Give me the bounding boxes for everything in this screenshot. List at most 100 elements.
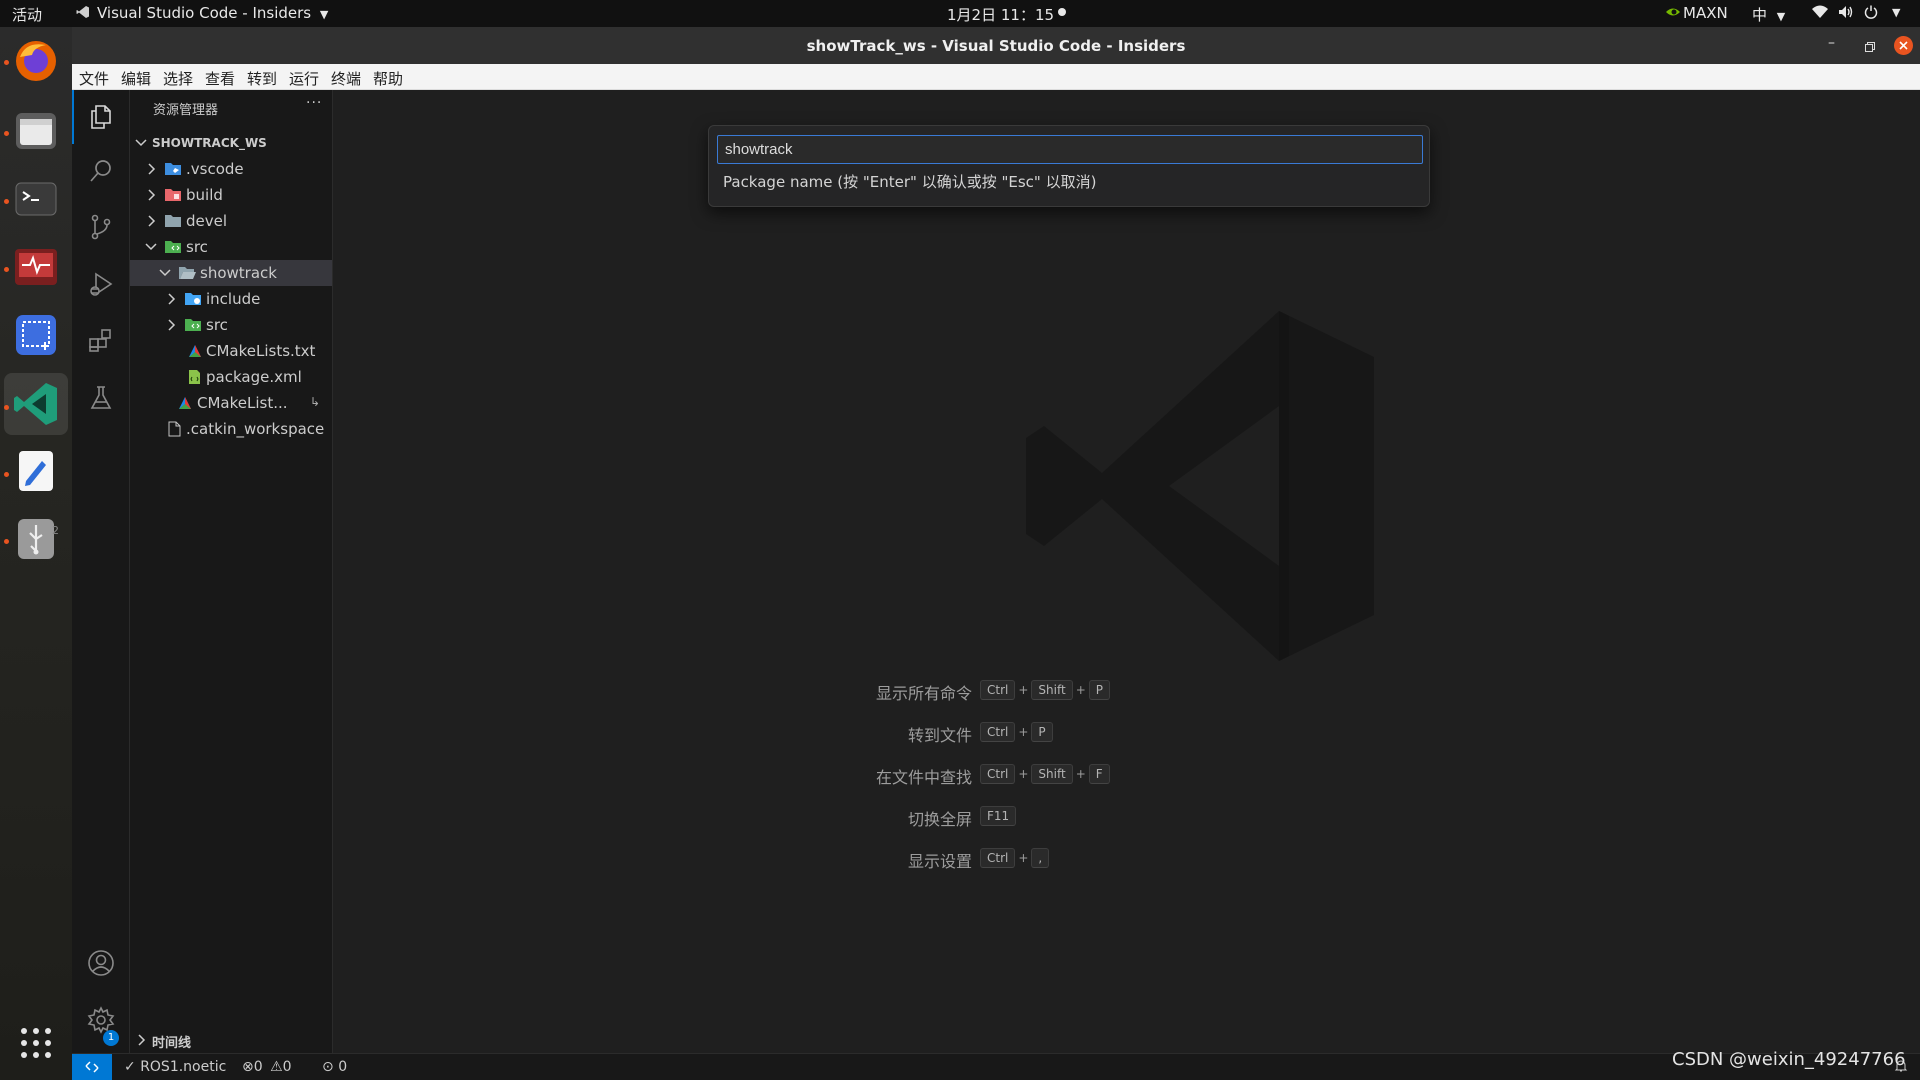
running-indicator [4,539,9,544]
key: F [1088,764,1110,784]
system-menu-chevron-icon[interactable]: ▼ [1892,6,1900,19]
ports-status[interactable]: ⊙ 0 [322,1059,347,1075]
restore-button[interactable] [1865,37,1875,56]
system-top-bar: 活动 Visual Studio Code - Insiders ▼ 1月2日 … [0,0,1920,27]
shortcut-keys: Ctrl + P [980,721,1055,742]
menu-view[interactable]: 查看 [205,68,235,89]
tree-item-label: package.xml [206,368,302,386]
notification-dot [1058,8,1066,16]
tree-item-build[interactable]: build [130,182,332,208]
cmake-file-icon [179,397,191,409]
input-method[interactable]: 中 ▼ [1752,4,1785,25]
shortcut-toggle-fullscreen: 切换全屏 F11 [834,804,1154,829]
shortcut-keys: Ctrl + Shift + F [980,763,1112,784]
app-menu[interactable]: Visual Studio Code - Insiders ▼ [97,4,328,22]
plus-sign: + [1075,767,1086,781]
build-folder-icon [165,189,181,201]
firefox-icon[interactable] [12,37,60,85]
key: F11 [980,806,1017,826]
title-bar[interactable]: showTrack_ws - Visual Studio Code - Insi… [72,27,1920,64]
vscode-insiders-icon[interactable] [12,380,60,428]
minimize-button[interactable]: – [1828,35,1835,51]
tree-item-catkin-workspace[interactable]: .catkin_workspace [130,416,332,442]
testing-icon[interactable] [81,378,121,418]
source-control-icon[interactable] [81,207,121,247]
explorer-icon[interactable] [81,97,121,137]
workspace-header[interactable]: SHOWTRACK_WS [130,130,332,156]
close-button[interactable] [1894,36,1913,55]
power-icon[interactable] [1864,5,1878,23]
settings-update-badge: 1 [103,1030,119,1046]
xml-file-icon [189,370,200,384]
package-name-input[interactable] [717,135,1423,164]
chevron-right-icon [148,215,156,227]
tree-item-src-inner[interactable]: src [130,312,332,338]
workspace-name: SHOWTRACK_WS [152,136,267,150]
menu-selection[interactable]: 选择 [163,68,193,89]
nvidia-icon [1665,5,1681,23]
running-indicator [4,131,9,136]
more-actions-button[interactable]: ··· [306,95,322,111]
shortcut-keys: Ctrl + Shift + P [980,679,1112,700]
tree-item-showtrack[interactable]: showtrack [130,260,332,286]
text-editor-icon[interactable] [12,447,60,495]
folder-icon [165,215,181,227]
menu-edit[interactable]: 编辑 [121,68,151,89]
key: , [1031,848,1050,868]
clock[interactable]: 1月2日 11：15 [947,4,1054,25]
vscode-folder-icon [165,163,181,175]
extensions-icon[interactable] [81,320,121,360]
power-mode[interactable]: MAXN [1683,4,1728,22]
chevron-right-icon [168,293,176,305]
tree-item-package-xml[interactable]: package.xml [130,364,332,390]
tree-item-devel[interactable]: devel [130,208,332,234]
problems-status[interactable]: ⊗0 ⚠0 [242,1059,292,1075]
tree-item-vscode[interactable]: .vscode [130,156,332,182]
chevron-right-icon [138,1034,146,1046]
plus-sign: + [1018,683,1029,697]
quick-input-widget: Package name (按 "Enter" 以确认或按 "Esc" 以取消) [708,125,1430,207]
shortcut-label: 在文件中查找 [875,768,972,787]
accounts-icon[interactable] [81,943,121,983]
terminal-icon[interactable] [12,175,60,223]
menu-help[interactable]: 帮助 [373,68,403,89]
plus-sign: + [1018,851,1029,865]
tree-item-label: .catkin_workspace [186,420,325,438]
menu-run[interactable]: 运行 [289,68,319,89]
key: Ctrl [980,764,1016,784]
screenshot-icon[interactable] [12,311,60,359]
src-folder-icon [185,319,201,331]
ros-status[interactable]: ✓ ROS1.noetic [124,1059,226,1075]
wifi-icon[interactable] [1812,5,1828,23]
running-indicator [4,472,9,477]
tree-item-cmakelists-link[interactable]: CMakeList... ↳ [130,390,332,416]
activities-button[interactable]: 活动 [12,4,42,25]
plus-sign: + [1075,683,1086,697]
tree-item-include[interactable]: include [130,286,332,312]
chevron-down-icon: ▼ [319,8,329,21]
menu-go[interactable]: 转到 [247,68,277,89]
folder-open-icon [179,267,196,279]
tree-item-cmakelists[interactable]: CMakeLists.txt [130,338,332,364]
files-icon[interactable] [12,107,60,155]
menu-file[interactable]: 文件 [79,68,109,89]
chevron-right-icon [148,189,156,201]
system-monitor-icon[interactable] [12,243,60,291]
run-debug-icon[interactable] [81,264,121,304]
timeline-section[interactable]: 时间线 [130,1027,333,1053]
usb-drive-icon[interactable] [12,515,60,563]
tree-item-src[interactable]: src [130,234,332,260]
vscode-small-icon [76,5,90,23]
activity-bar: 1 [72,90,130,1053]
shortcut-go-to-file: 转到文件 Ctrl + P [834,720,1154,745]
menu-terminal[interactable]: 终端 [331,68,361,89]
remote-indicator[interactable] [72,1054,112,1080]
cmake-file-icon [189,345,201,357]
tree-item-label: CMakeLists.txt [206,342,316,360]
chevron-down-icon: ▼ [1776,10,1786,23]
error-icon: ⊗ [242,1059,254,1075]
show-applications-icon[interactable] [18,1025,54,1061]
volume-icon[interactable] [1838,5,1854,23]
shortcut-keys: Ctrl +, [980,847,1051,868]
search-icon[interactable] [81,151,121,191]
